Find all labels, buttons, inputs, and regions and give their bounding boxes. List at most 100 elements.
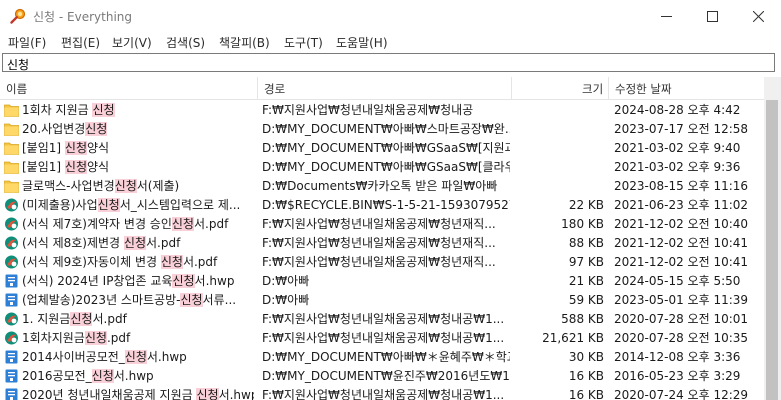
file-name-text: 서.hwp xyxy=(146,350,187,364)
column-header-name[interactable]: 이름 xyxy=(6,81,27,97)
result-row[interactable]: 20.사업변경신청 D:₩MY_DOCUMENT₩아빠₩스마트공장₩완... 202… xyxy=(0,119,763,139)
result-row[interactable]: (서식 제9호)자동이체 변경 신청서.pdf F:₩지원사업₩청년내일채움공제₩… xyxy=(0,252,763,272)
file-name-text: 서.hwp xyxy=(113,369,154,383)
file-name: [붙임1] 신청양식 xyxy=(22,140,254,156)
file-path: D:₩MY_DOCUMENT₩아빠₩＊윤혜주₩＊학교₩20... xyxy=(262,350,510,364)
file-path: F:₩지원사업₩청년내일채움공제₩청년재직... xyxy=(262,236,496,250)
result-row[interactable]: [붙임1] 신청양식 D:₩MY_DOCUMENT₩아빠₩GSaaS₩[지원과..… xyxy=(0,138,763,158)
search-input-value: 신청 xyxy=(7,58,30,72)
file-name: (서식 제8호)제변경 신청서.pdf xyxy=(22,235,254,251)
file-modified-date: 2023-05-01 오후 11:39 xyxy=(614,293,749,307)
file-name-text: (서식 제9호)자동이체 변경 xyxy=(22,255,161,269)
pdf-icon xyxy=(4,198,19,212)
file-size: 30 KB xyxy=(568,350,604,364)
search-match-highlight: 신청 xyxy=(171,217,194,231)
file-name-text: 20.사업변경 xyxy=(22,122,86,136)
search-match-highlight: 신청 xyxy=(114,179,137,193)
menu-file[interactable]: 파일(F) xyxy=(8,34,46,51)
minimize-button[interactable] xyxy=(643,0,689,32)
folder-icon xyxy=(4,103,19,117)
file-name-text: 글로맥스-사업변경 xyxy=(22,179,115,193)
results-list: 1회차 지원금 신청 F:₩지원사업₩청년내일채움공제₩청내공 2024-08-28… xyxy=(0,100,763,400)
file-path: F:₩지원사업₩청년내일채움공제₩청년재직... xyxy=(262,255,496,269)
maximize-icon xyxy=(706,10,718,22)
menu-edit[interactable]: 편집(E) xyxy=(61,34,100,51)
search-match-highlight: 신청 xyxy=(123,236,147,250)
file-name-text: [붙임1] xyxy=(22,160,65,174)
file-name-text: (서식) 2024년 IP창업존 교육 xyxy=(22,274,173,288)
menu-view[interactable]: 보기(V) xyxy=(112,34,152,51)
maximize-button[interactable] xyxy=(689,0,735,32)
result-row[interactable]: (서식 제8호)제변경 신청서.pdf F:₩지원사업₩청년내일채움공제₩청년재직… xyxy=(0,233,763,253)
file-name-text: 서(제출) xyxy=(136,179,180,193)
scrollbar-thumb[interactable] xyxy=(766,100,778,400)
search-match-highlight: 신청 xyxy=(172,274,195,288)
menu-bookmarks[interactable]: 책갈피(B) xyxy=(219,34,270,51)
file-modified-date: 2020-07-24 오후 12:29 xyxy=(614,388,749,400)
result-row[interactable]: 글로맥스-사업변경신청서(제출) D:₩Documents₩카카오톡 받은 파일₩… xyxy=(0,176,763,196)
search-match-highlight: 신청 xyxy=(85,122,108,136)
column-header-path[interactable]: 경로 xyxy=(264,81,285,97)
file-name: 1. 지원금신청서.pdf xyxy=(22,311,254,327)
column-header-size[interactable]: 크기 xyxy=(582,81,603,97)
search-match-highlight: 신청 xyxy=(91,369,114,383)
file-name-text: (업체발송)2023년 스마트공방- xyxy=(22,293,181,307)
file-name: (서식 제9호)자동이체 변경 신청서.pdf xyxy=(22,254,254,270)
folder-icon xyxy=(4,141,19,155)
file-name-text: 서.pdf xyxy=(146,236,181,250)
column-divider[interactable] xyxy=(257,77,258,99)
everything-magnifier-icon xyxy=(10,8,26,24)
file-name-text: 1회차 지원금 xyxy=(22,103,93,117)
file-modified-date: 2023-07-17 오전 12:58 xyxy=(614,122,749,136)
result-row[interactable]: (미제출용)사업신청서_시스템입력으로 제... D:₩$RECYCLE.BIN₩… xyxy=(0,195,763,215)
file-path: D:₩MY_DOCUMENT₩윤진주₩2016년도₩1... xyxy=(262,369,510,383)
result-row[interactable]: (업체발송)2023년 스마트공방-신청서류... D:₩아빠 59 KB 2023-… xyxy=(0,290,763,310)
column-divider[interactable] xyxy=(608,77,609,99)
file-path: D:₩MY_DOCUMENT₩아빠₩스마트공장₩완... xyxy=(262,122,510,136)
result-row[interactable]: 2014사이버공모전_신청서.hwp D:₩MY_DOCUMENT₩아빠₩＊윤혜주… xyxy=(0,347,763,367)
file-path: F:₩지원사업₩청년내일채움공제₩청내공₩1... xyxy=(262,388,505,400)
file-name-text: (서식 제7호)계약자 변경 승인 xyxy=(22,217,172,231)
result-row[interactable]: (서식) 2024년 IP창업존 교육신청서.hwp D:₩아빠 21 KB 2024… xyxy=(0,271,763,291)
file-name-text: (미제출용)사업 xyxy=(22,198,98,212)
file-modified-date: 2016-05-23 오후 3:29 xyxy=(614,369,741,383)
file-size: 21,621 KB xyxy=(542,331,604,345)
search-match-highlight: 신청 xyxy=(92,103,115,117)
result-row[interactable]: 2016공모전_신청서.hwp D:₩MY_DOCUMENT₩윤진주₩2016년도… xyxy=(0,366,763,386)
result-row[interactable]: 1회차 지원금 신청 F:₩지원사업₩청년내일채움공제₩청내공 2024-08-28… xyxy=(0,100,763,120)
result-row[interactable]: [붙임1] 신청양식 D:₩MY_DOCUMENT₩아빠₩GSaaS₩[클라우..… xyxy=(0,157,763,177)
file-name: (서식) 2024년 IP창업존 교육신청서.hwp xyxy=(22,273,254,289)
close-button[interactable] xyxy=(735,0,781,32)
file-name: 1회차 지원금 신청 xyxy=(22,102,254,118)
result-row[interactable]: 1. 지원금신청서.pdf F:₩지원사업₩청년내일채움공제₩청내공₩1... 58… xyxy=(0,309,763,329)
file-name-text: 서.hwp xyxy=(194,274,235,288)
menu-search[interactable]: 검색(S) xyxy=(166,34,205,51)
search-input[interactable]: 신청 xyxy=(2,53,775,72)
result-row[interactable]: (서식 제7호)계약자 변경 승인신청서.pdf F:₩지원사업₩청년내일채움공제… xyxy=(0,214,763,234)
pdf-icon xyxy=(4,217,19,231)
file-name-text: 서.pdf xyxy=(92,312,127,326)
file-modified-date: 2021-12-02 오전 10:41 xyxy=(614,255,749,269)
file-name-text: 양식 xyxy=(87,160,110,174)
file-size: 180 KB xyxy=(561,217,604,231)
file-modified-date: 2023-08-15 오후 11:16 xyxy=(614,179,749,193)
file-size: 97 KB xyxy=(568,255,604,269)
menu-tools[interactable]: 도구(T) xyxy=(284,34,323,51)
menu-help[interactable]: 도움말(H) xyxy=(336,34,388,51)
title-bar: 신청 - Everything xyxy=(0,0,781,32)
minimize-icon xyxy=(660,15,672,17)
search-match-highlight: 신청 xyxy=(70,312,93,326)
pdf-icon xyxy=(4,236,19,250)
result-row[interactable]: 2020년 청년내일채움공제 지원금 신청서.hwp F:₩지원사업₩청년내일채움… xyxy=(0,385,763,400)
column-divider[interactable] xyxy=(511,77,512,99)
result-row[interactable]: 1회차지원금신청.pdf F:₩지원사업₩청년내일채움공제₩청내공₩1... 21,… xyxy=(0,328,763,348)
file-name-text: 2016공모전_ xyxy=(22,369,92,383)
file-modified-date: 2024-08-28 오후 4:42 xyxy=(614,103,741,117)
column-header-date[interactable]: 수정한 날짜 xyxy=(615,81,672,97)
file-name-text: 서류... xyxy=(202,293,237,307)
file-modified-date: 2020-07-28 오전 10:35 xyxy=(614,331,749,345)
file-name-text: [붙임1] xyxy=(22,141,65,155)
file-path: D:₩Documents₩카카오톡 받은 파일₩아빠 xyxy=(262,179,498,193)
file-name-text: 1회차지원금 xyxy=(22,331,85,345)
file-modified-date: 2021-03-02 오후 9:40 xyxy=(614,141,741,155)
